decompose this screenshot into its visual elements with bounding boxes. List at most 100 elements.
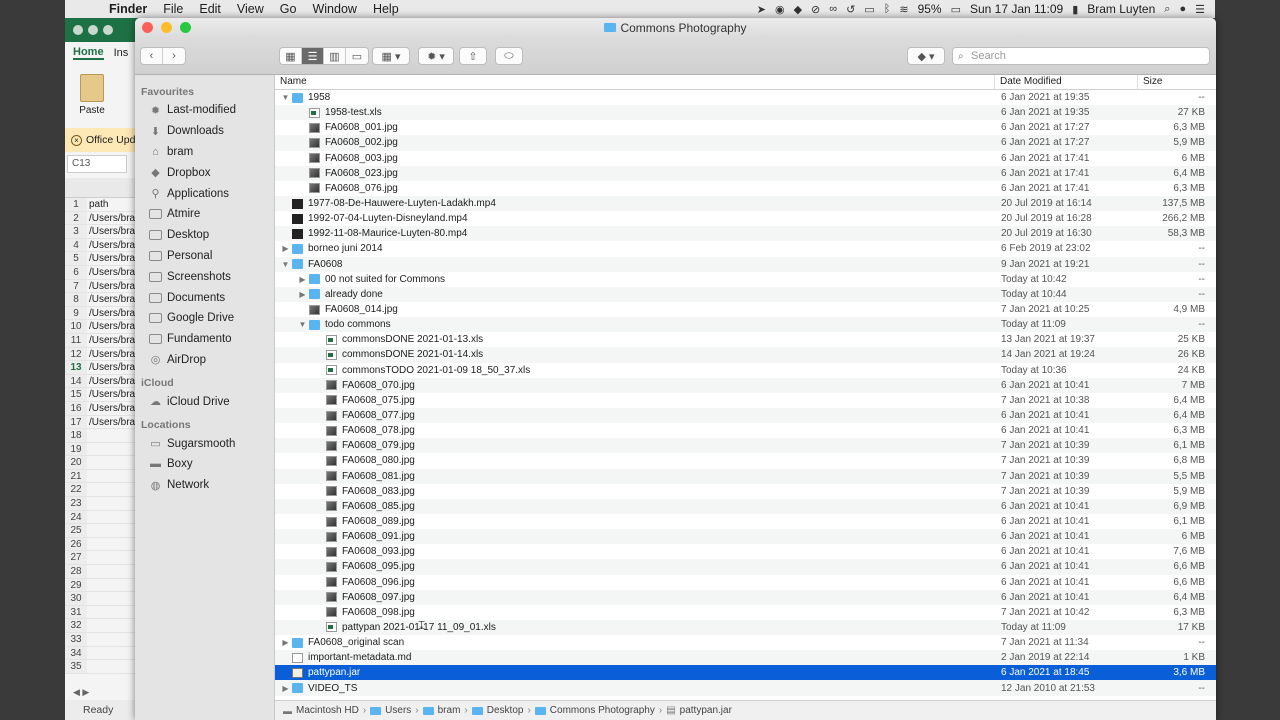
cell[interactable]: [87, 483, 89, 496]
file-row[interactable]: FA0608_003.jpg 6 Jan 2021 at 17:41 6 MB: [275, 151, 1216, 166]
file-row[interactable]: FA0608_014.jpg 7 Jan 2021 at 10:25 4,9 MB: [275, 302, 1216, 317]
file-row[interactable]: FA0608_091.jpg 6 Jan 2021 at 10:41 6 MB: [275, 529, 1216, 545]
menu-window[interactable]: Window: [304, 2, 364, 16]
file-row[interactable]: pattypan 2021-01-17 11_09_01.xls Today at…: [275, 619, 1216, 636]
file-row[interactable]: FA0608_023.jpg 6 Jan 2021 at 17:41 6,4 MB: [275, 165, 1216, 181]
siri-icon[interactable]: ●: [1179, 3, 1186, 15]
sidebar-item-last-modified[interactable]: ✹ Last-modified: [135, 100, 274, 121]
disclosure-open-icon[interactable]: ▼: [298, 320, 307, 329]
zoom-window-button[interactable]: [180, 22, 191, 33]
path-item[interactable]: ▤ pattypan.jar: [666, 705, 732, 716]
cell[interactable]: /Users/bra: [87, 361, 135, 374]
cell[interactable]: /Users/bra: [87, 375, 135, 388]
row-number[interactable]: 33: [65, 633, 87, 646]
file-row[interactable]: FA0608_077.jpg 6 Jan 2021 at 10:41 6,4 MB: [275, 407, 1216, 424]
cell[interactable]: [87, 538, 89, 551]
row-number[interactable]: 17: [65, 415, 87, 429]
time-machine-icon[interactable]: ↺: [846, 3, 855, 16]
file-row[interactable]: 1958-test.xls 6 Jan 2021 at 19:35 27 KB: [275, 105, 1216, 121]
file-row[interactable]: FA0608_093.jpg 6 Jan 2021 at 10:41 7,6 MB: [275, 544, 1216, 559]
user-name[interactable]: Bram Luyten: [1087, 2, 1155, 16]
share-button[interactable]: ⇧: [459, 47, 487, 65]
column-view-button[interactable]: ▥: [324, 48, 346, 64]
row-number[interactable]: 13: [65, 361, 87, 374]
row-number[interactable]: 27: [65, 551, 87, 565]
close-window-button[interactable]: [142, 22, 153, 33]
flag-icon[interactable]: ▮: [1072, 3, 1078, 16]
folder-row[interactable]: ▶ VIDEO_TS 12 Jan 2010 at 21:53 --: [275, 680, 1216, 696]
file-row[interactable]: commonsDONE 2021-01-14.xls 14 Jan 2021 at…: [275, 347, 1216, 363]
sidebar-item-sugarsmooth[interactable]: ▭ Sugarsmooth: [135, 433, 274, 454]
excel-tab-insert[interactable]: Ins: [114, 47, 129, 59]
row-number[interactable]: 8: [65, 293, 87, 306]
cell[interactable]: [87, 592, 89, 605]
close-icon[interactable]: ×: [71, 134, 82, 146]
menu-go[interactable]: Go: [272, 2, 305, 16]
cell[interactable]: /Users/bra: [87, 307, 135, 320]
row-number[interactable]: 29: [65, 578, 87, 592]
cell[interactable]: /Users/bra: [87, 320, 135, 333]
file-row[interactable]: 1992-11-08-Maurice-Luyten-80.mp4 20 Jul 2…: [275, 226, 1216, 242]
cell[interactable]: /Users/bra: [87, 280, 135, 293]
sidebar-item-bram[interactable]: ⌂ bram: [135, 142, 274, 163]
sidebar-item-network[interactable]: ◍ Network: [135, 475, 274, 496]
disclosure-closed-icon[interactable]: ▶: [281, 244, 290, 253]
name-box[interactable]: C13: [67, 155, 127, 173]
sidebar-item-boxy[interactable]: ▬ Boxy: [135, 454, 274, 475]
cell[interactable]: [87, 524, 89, 537]
size-column-header[interactable]: Size: [1138, 75, 1216, 89]
cell[interactable]: [87, 470, 89, 483]
row-number[interactable]: 23: [65, 497, 87, 510]
file-row[interactable]: FA0608_078.jpg 6 Jan 2021 at 10:41 6,3 MB: [275, 423, 1216, 438]
folder-row[interactable]: ▼ 1958 6 Jan 2021 at 19:35 --: [275, 90, 1216, 105]
spotlight-icon[interactable]: ⌕: [1164, 3, 1170, 16]
file-row[interactable]: commonsTODO 2021-01-09 18_50_37.xls Today…: [275, 363, 1216, 378]
row-number[interactable]: 25: [65, 524, 87, 537]
file-row[interactable]: 1992-07-04-Luyten-Disneyland.mp4 20 Jul 2…: [275, 211, 1216, 226]
disclosure-closed-icon[interactable]: ▶: [281, 638, 290, 647]
record-icon[interactable]: ◉: [775, 3, 785, 16]
file-row[interactable]: 1977-08-De-Hauwere-Luyten-Ladakh.mp4 20 J…: [275, 195, 1216, 212]
row-number[interactable]: 19: [65, 442, 87, 456]
row-number[interactable]: 14: [65, 374, 87, 388]
sidebar-item-applications[interactable]: ⚲ Applications: [135, 183, 274, 204]
row-number[interactable]: 10: [65, 320, 87, 333]
row-number[interactable]: 9: [65, 306, 87, 320]
minimize-window-button[interactable]: [161, 22, 172, 33]
disclosure-open-icon[interactable]: ▼: [281, 93, 290, 102]
file-row[interactable]: FA0608_089.jpg 6 Jan 2021 at 10:41 6,1 MB: [275, 514, 1216, 529]
row-number[interactable]: 4: [65, 238, 87, 252]
sidebar-item-icloud-drive[interactable]: ☁ iCloud Drive: [135, 391, 274, 412]
sidebar-item-screenshots[interactable]: Screenshots: [135, 266, 274, 287]
cell[interactable]: [87, 511, 89, 524]
row-number[interactable]: 5: [65, 252, 87, 265]
group-button[interactable]: ▦ ▾: [372, 47, 410, 65]
row-number[interactable]: 26: [65, 537, 87, 551]
cell[interactable]: /Users/bra: [87, 225, 135, 238]
back-button[interactable]: ‹: [141, 48, 163, 64]
row-number[interactable]: 6: [65, 265, 87, 279]
menu-file[interactable]: File: [155, 2, 191, 16]
sync-icon[interactable]: ⊘: [811, 3, 820, 16]
row-number[interactable]: 24: [65, 510, 87, 524]
cell[interactable]: [87, 619, 89, 632]
row-number[interactable]: 1: [65, 198, 87, 211]
gallery-view-button[interactable]: ▭: [346, 48, 368, 64]
cell[interactable]: /Users/bra: [87, 388, 135, 401]
path-item[interactable]: bram: [422, 705, 460, 716]
cell[interactable]: /Users/bra: [87, 416, 135, 429]
paste-button[interactable]: Paste: [75, 74, 109, 116]
sidebar-item-desktop[interactable]: Desktop: [135, 225, 274, 246]
sidebar-item-downloads[interactable]: ⬇ Downloads: [135, 121, 274, 142]
file-row[interactable]: pattypan.jar 6 Jan 2021 at 18:45 3,6 MB: [275, 665, 1216, 681]
folder-row[interactable]: ▶ 00 not suited for Commons Today at 10:42…: [275, 272, 1216, 287]
file-row[interactable]: FA0608_097.jpg 6 Jan 2021 at 10:41 6,4 MB: [275, 589, 1216, 605]
airplay-icon[interactable]: ▭: [864, 3, 874, 16]
disclosure-closed-icon[interactable]: ▶: [298, 275, 307, 284]
row-number[interactable]: 20: [65, 456, 87, 469]
path-item[interactable]: Desktop: [471, 705, 523, 716]
cell[interactable]: [87, 660, 89, 673]
list-view-button[interactable]: ☰: [302, 48, 324, 64]
cell[interactable]: [87, 606, 89, 619]
excel-tab-home[interactable]: Home: [73, 46, 104, 60]
